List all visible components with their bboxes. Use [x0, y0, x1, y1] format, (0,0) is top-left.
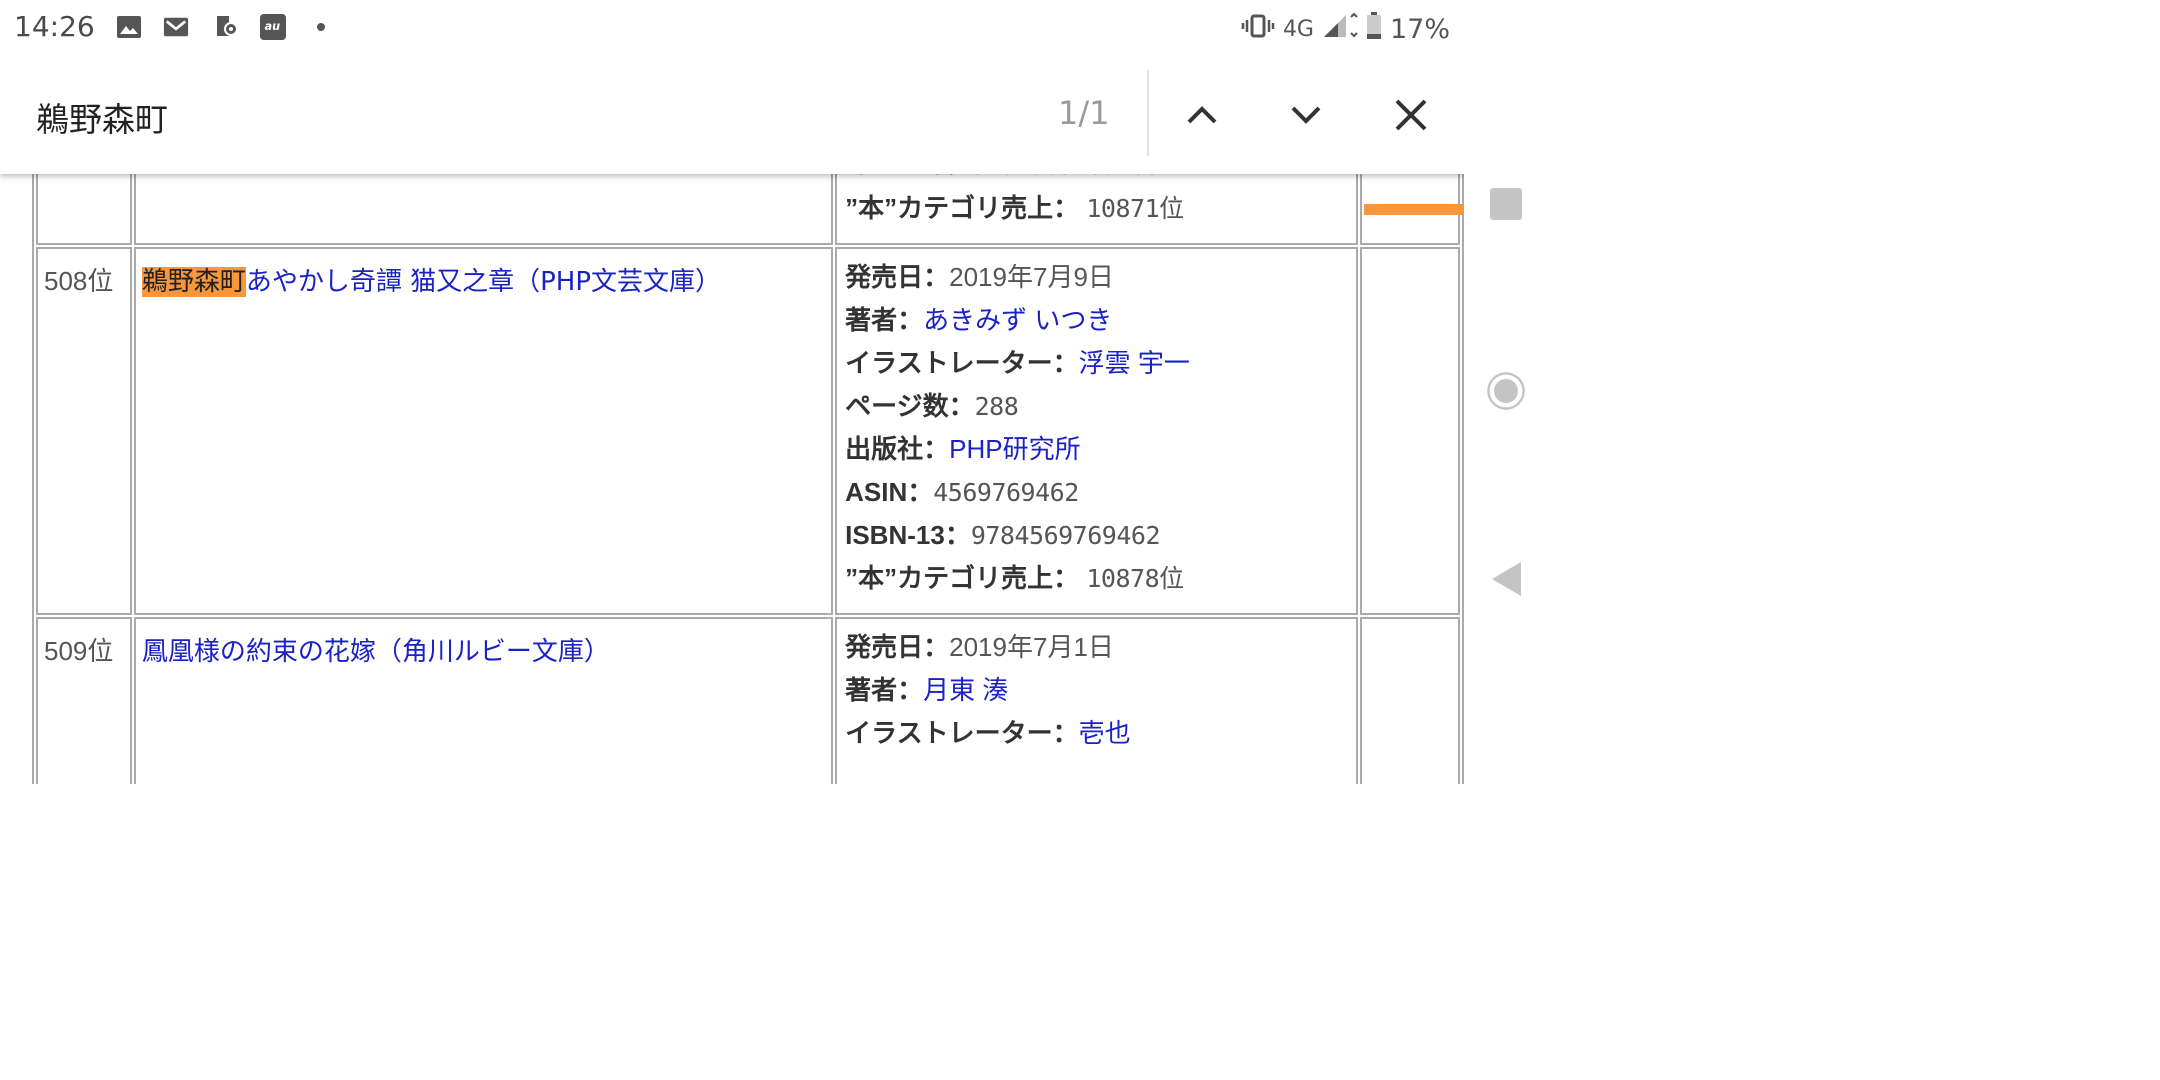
info-line: ページ数：288: [845, 390, 1348, 433]
rank-cell: 508位: [36, 247, 132, 615]
system-navigation-bar: [1464, 0, 1546, 784]
battery-icon: [1366, 12, 1382, 46]
gmail-icon: [163, 14, 189, 40]
svg-text:au: au: [265, 20, 281, 33]
info-separator: ：: [944, 520, 971, 550]
info-label: ASIN: [845, 477, 908, 507]
info-label: 発売日: [845, 632, 924, 662]
info-value-link[interactable]: 月東 湊: [923, 675, 1008, 705]
title-cell: 鳳凰様の約束の花嫁（角川ルビー文庫）: [133, 617, 834, 784]
title-cell: 鵜野森町あやかし奇譚 猫又之章（PHP文芸文庫）: [133, 247, 834, 615]
info-label: 出版社: [845, 434, 924, 464]
book-title-link[interactable]: 鵜野森町あやかし奇譚 猫又之章（PHP文芸文庫）: [141, 267, 722, 297]
find-in-page-bar: 鵜野森町 1/1: [0, 56, 1464, 174]
location-icon: [214, 14, 240, 40]
chevron-up-icon: [1187, 106, 1217, 124]
info-line: ASIN：4569769462: [845, 476, 1348, 519]
recents-button[interactable]: [1486, 184, 1526, 224]
book-title-text: 鳳凰様の約束の花嫁（角川ルビー文庫）: [141, 637, 610, 667]
info-line: イラストレーター：壱也: [845, 717, 1348, 760]
dot-icon: [308, 14, 334, 40]
back-button[interactable]: [1486, 559, 1526, 599]
info-value: 10878位: [1086, 564, 1184, 593]
info-value-link[interactable]: 壱也: [1079, 718, 1131, 748]
home-circle-icon: [1487, 372, 1525, 410]
info-label: イラストレーター: [845, 718, 1053, 748]
info-separator: ：: [897, 675, 924, 705]
status-time: 14:26: [14, 10, 95, 43]
find-match-highlight: 鵜野森町: [141, 267, 246, 297]
info-line: ”本”カテゴリ売上： 10878位: [845, 562, 1348, 605]
find-divider: [1147, 70, 1149, 156]
extra-cell: [1360, 247, 1460, 615]
info-label: ISBN-13: [845, 520, 945, 550]
ranking-row: 509位 鳳凰様の約束の花嫁（角川ルビー文庫） 発売日：2019年7月1日 著者：月東…: [36, 617, 1460, 784]
book-info-cell: 発売日：2019年7月1日 著者：月東 湊イラストレーター：壱也: [835, 617, 1359, 784]
battery-level: 17%: [1389, 13, 1450, 45]
info-value: 288: [974, 392, 1019, 421]
extra-cell: [1360, 617, 1460, 784]
info-separator: ：: [948, 391, 975, 421]
square-icon: [1490, 188, 1522, 220]
vibrate-icon: [1241, 14, 1275, 44]
rank-cell: 509位: [36, 617, 132, 784]
close-icon: [1395, 99, 1427, 131]
network-type: 4G: [1282, 16, 1314, 42]
signal-icon: [1322, 12, 1358, 45]
ranking-row: 508位 鵜野森町あやかし奇譚 猫又之章（PHP文芸文庫） 発売日：2019年7月9…: [36, 247, 1460, 615]
sales-rank-bar: [1364, 204, 1464, 215]
info-line: イラストレーター：浮雲 宇一: [845, 347, 1348, 390]
info-value: 2019年7月9日: [949, 262, 1114, 292]
info-line: 著者：あきみず いつき: [845, 304, 1348, 347]
info-label: 著者: [845, 675, 898, 705]
info-line: ISBN-13：9784569769462: [845, 519, 1348, 562]
au-app-icon: au: [260, 14, 286, 40]
info-value-link[interactable]: 浮雲 宇一: [1079, 348, 1190, 378]
book-title-link[interactable]: 鳳凰様の約束の花嫁（角川ルビー文庫）: [142, 637, 610, 667]
back-triangle-icon: [1492, 562, 1521, 596]
find-query-input[interactable]: 鵜野森町: [36, 93, 168, 141]
chevron-down-icon: [1291, 106, 1321, 124]
info-separator: ：: [1053, 563, 1087, 593]
status-bar: 14:26 au 4G 17%: [0, 0, 1464, 56]
info-value: 9784569769462: [970, 521, 1161, 550]
info-line: 発売日：2019年7月1日: [845, 631, 1348, 674]
info-line: ”本”カテゴリ売上： 10871位: [845, 192, 1348, 235]
find-next-button[interactable]: [1271, 80, 1341, 150]
image-icon: [116, 14, 142, 40]
info-line: 著者：月東 湊: [845, 674, 1348, 717]
info-separator: ：: [923, 262, 950, 292]
info-line: 出版社：PHP研究所: [845, 433, 1348, 476]
find-close-button[interactable]: [1376, 80, 1446, 150]
info-value-link[interactable]: PHP研究所: [949, 434, 1080, 464]
info-separator: ：: [923, 434, 950, 464]
info-value: 10871位: [1086, 194, 1184, 223]
info-label: ページ数: [845, 391, 949, 421]
status-right: 4G 17%: [1241, 12, 1450, 46]
ranking-table: ASIN：4065165407ISBN-13：9784065165409”本”カ…: [32, 88, 1464, 784]
info-label: ”本”カテゴリ売上: [845, 563, 1054, 593]
info-value: 2019年7月1日: [949, 632, 1114, 662]
info-label: イラストレーター: [845, 348, 1053, 378]
info-separator: ：: [1053, 193, 1087, 223]
book-info-cell: 発売日：2019年7月9日 著者：あきみず いつき イラストレーター：浮雲 宇一 ペー…: [835, 247, 1359, 615]
info-label: 著者: [845, 305, 898, 335]
info-label: 発売日: [845, 262, 924, 292]
info-separator: ：: [1052, 348, 1079, 378]
book-title-text: あやかし奇譚 猫又之章（PHP文芸文庫）: [245, 267, 722, 297]
info-separator: ：: [907, 477, 934, 507]
info-value-link[interactable]: あきみず いつき: [923, 305, 1112, 335]
info-value: 4569769462: [933, 478, 1079, 507]
find-previous-button[interactable]: [1167, 80, 1237, 150]
find-match-count: 1/1: [1058, 94, 1110, 132]
info-line: 発売日：2019年7月9日: [845, 261, 1348, 304]
info-label: ”本”カテゴリ売上: [845, 193, 1054, 223]
home-button[interactable]: [1486, 371, 1526, 411]
info-separator: ：: [897, 305, 924, 335]
info-separator: ：: [1052, 718, 1079, 748]
info-separator: ：: [923, 632, 950, 662]
